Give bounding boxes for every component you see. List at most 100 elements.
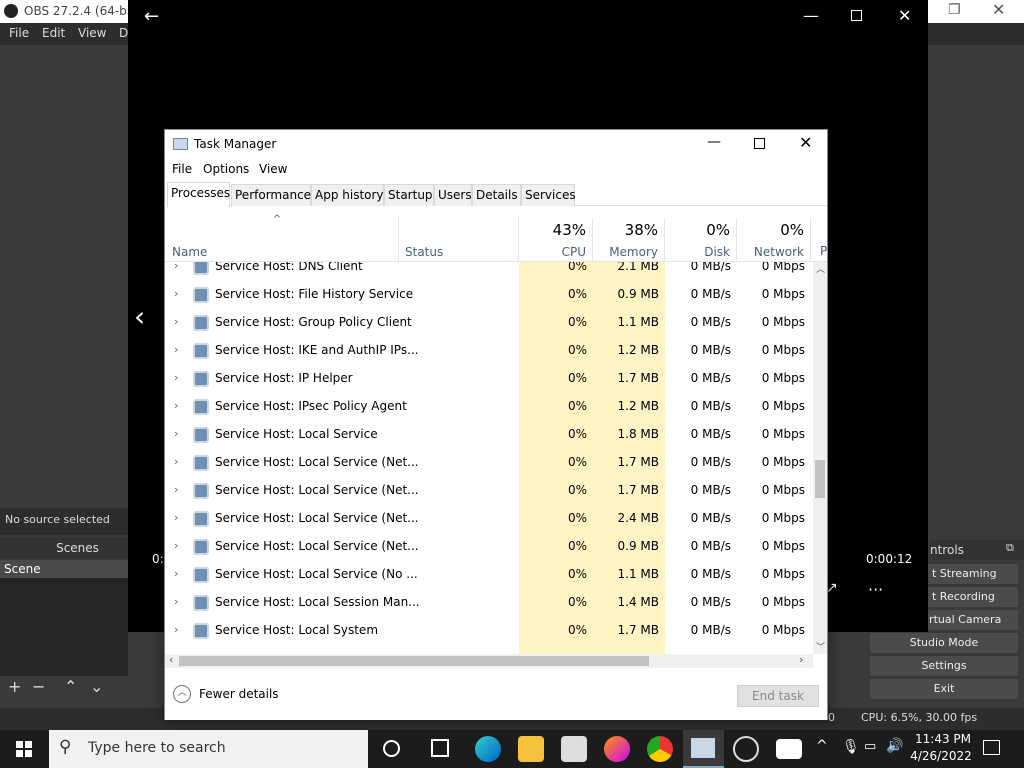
tm-menu-view[interactable]: View (259, 162, 287, 176)
viewer-close-icon[interactable]: ✕ (898, 6, 911, 25)
tab-startup[interactable]: Startup (384, 184, 434, 206)
tab-performance[interactable]: Performance (231, 184, 311, 206)
expand-chevron-icon[interactable]: › (174, 539, 178, 552)
more-options-icon[interactable]: ··· (868, 580, 883, 599)
tray-chevron-icon[interactable]: ^ (816, 738, 828, 754)
expand-chevron-icon[interactable]: › (174, 287, 178, 300)
virtual-camera-button[interactable]: irtual Camera (918, 610, 1018, 630)
tm-maximize-icon[interactable] (754, 138, 765, 149)
store-icon[interactable] (561, 736, 587, 762)
obs-menu-docks[interactable]: D (119, 26, 128, 40)
remove-scene-icon[interactable]: − (32, 677, 45, 696)
windows-start-icon[interactable] (16, 741, 32, 757)
end-task-button[interactable]: End task (737, 685, 819, 707)
scroll-up-icon[interactable]: ︿ (816, 262, 825, 275)
back-arrow-icon[interactable]: ← (144, 6, 159, 27)
scroll-down-icon[interactable]: ﹀ (816, 640, 825, 653)
obs-taskbar-icon[interactable] (733, 736, 759, 762)
expand-chevron-icon[interactable]: › (174, 343, 178, 356)
microphone-icon[interactable]: 🎙 (842, 739, 860, 755)
tab-details[interactable]: Details (472, 184, 521, 206)
tab-services[interactable]: Services (521, 184, 576, 206)
expand-chevron-icon[interactable]: › (174, 315, 178, 328)
tm-close-icon[interactable]: ✕ (799, 133, 812, 152)
tm-minimize-icon[interactable]: — (707, 134, 721, 150)
maximize-icon[interactable] (851, 10, 862, 21)
minimize-icon[interactable]: — (803, 6, 819, 25)
edge-icon[interactable] (475, 736, 501, 762)
col-network[interactable]: 0% Network (737, 218, 811, 262)
start-streaming-button[interactable]: t Streaming (918, 564, 1018, 584)
tab-processes[interactable]: Processes (167, 182, 230, 207)
expand-chevron-icon[interactable]: › (174, 262, 178, 272)
scroll-right-icon[interactable]: › (799, 653, 803, 666)
tab-app-history[interactable]: App history (311, 184, 384, 206)
vertical-scrollbar[interactable]: ︿ ﹀ (813, 262, 827, 654)
network-icon[interactable]: ▭ (864, 739, 876, 754)
tm-menu-file[interactable]: File (172, 162, 192, 176)
expand-chevron-icon[interactable]: › (174, 595, 178, 608)
expand-chevron-icon[interactable]: › (174, 455, 178, 468)
table-row[interactable]: › Service Host: IP Helper 0% 1.7 MB 0 MB/s 0 … (165, 368, 813, 396)
file-explorer-icon[interactable] (518, 736, 544, 762)
move-down-icon[interactable]: ⌄ (90, 677, 103, 696)
expand-chevron-icon[interactable]: › (174, 399, 178, 412)
chrome-icon[interactable] (647, 736, 673, 762)
exit-button[interactable]: Exit (870, 679, 1018, 699)
table-row[interactable]: › Service Host: Local Session Man... 0% 1.4… (165, 592, 813, 620)
restore-icon[interactable]: ❐ (948, 2, 961, 18)
expand-chevron-icon[interactable]: › (174, 623, 178, 636)
scroll-left-icon[interactable]: ‹ (169, 653, 173, 666)
search-box[interactable]: ⚲ Type here to search (49, 730, 368, 768)
table-row[interactable]: › Service Host: Local Service 0% 1.8 MB 0 MB… (165, 424, 813, 452)
horizontal-scrollbar[interactable]: ‹ › (165, 653, 813, 668)
table-row[interactable]: › Service Host: Local Service (Net... 0% 1.… (165, 452, 813, 480)
clock-time[interactable]: 11:43 PM (914, 732, 972, 746)
obs-menu-edit[interactable]: Edit (42, 26, 65, 40)
table-row[interactable]: › Service Host: Local Service (Net... 0% 1.… (165, 480, 813, 508)
task-view-icon[interactable] (431, 739, 449, 757)
col-cpu[interactable]: 43% CPU (519, 218, 593, 262)
col-disk[interactable]: 0% Disk (665, 218, 737, 262)
expand-chevron-icon[interactable]: › (174, 511, 178, 524)
studio-mode-button[interactable]: Studio Mode (870, 633, 1018, 653)
table-row[interactable]: › Service Host: DNS Client 0% 2.1 MB 0 MB/s 0… (165, 262, 813, 284)
collapse-icon[interactable]: ︿ (173, 685, 191, 703)
expand-chevron-icon[interactable]: › (174, 567, 178, 580)
video-editor-icon[interactable] (776, 739, 802, 759)
col-memory[interactable]: 38% Memory (593, 218, 665, 262)
obs-menu-file[interactable]: File (9, 26, 29, 40)
expand-chevron-icon[interactable]: › (174, 483, 178, 496)
table-row[interactable]: › Service Host: File History Service 0% 0.9… (165, 284, 813, 312)
cortana-icon[interactable] (383, 740, 400, 757)
volume-icon[interactable]: 🔊 (886, 738, 903, 754)
expand-chevron-icon[interactable]: › (174, 371, 178, 384)
col-name[interactable]: Name (165, 218, 399, 262)
dock-float-icon[interactable]: ⧉ (1006, 541, 1014, 555)
scene-list-item[interactable]: Scene (0, 560, 128, 578)
clock-date[interactable]: 4/26/2022 (910, 749, 972, 763)
hscroll-thumb[interactable] (179, 656, 649, 666)
obs-menu-view[interactable]: View (78, 26, 106, 40)
tm-menu-options[interactable]: Options (203, 162, 249, 176)
scroll-thumb[interactable] (815, 460, 825, 498)
col-status[interactable]: Status (399, 218, 519, 262)
fewer-details-link[interactable]: Fewer details (199, 687, 279, 701)
table-row[interactable]: › Service Host: Local System 0% 1.7 MB 0 MB/… (165, 620, 813, 648)
table-row[interactable]: › Service Host: Group Policy Client 0% 1.1 … (165, 312, 813, 340)
table-row[interactable]: › Service Host: Local Service (Net... 0% 0.… (165, 536, 813, 564)
table-row[interactable]: › Service Host: IPsec Policy Agent 0% 1.2 M… (165, 396, 813, 424)
firefox-icon[interactable] (604, 736, 630, 762)
task-manager-taskbar-item[interactable] (683, 730, 724, 768)
obs-close-icon[interactable]: ✕ (992, 0, 1005, 19)
expand-chevron-icon[interactable]: › (174, 427, 178, 440)
table-row[interactable]: › Service Host: IKE and AuthIP IPs... 0% 1.… (165, 340, 813, 368)
previous-icon[interactable]: ‹ (134, 300, 145, 333)
tab-users[interactable]: Users (434, 184, 472, 206)
notification-icon[interactable] (983, 740, 1000, 755)
add-scene-icon[interactable]: + (8, 677, 21, 696)
table-row[interactable]: › Service Host: Local Service (No ... 0% 1.… (165, 564, 813, 592)
settings-button[interactable]: Settings (870, 656, 1018, 676)
move-up-icon[interactable]: ⌃ (64, 677, 77, 696)
start-recording-button[interactable]: t Recording (918, 587, 1018, 607)
